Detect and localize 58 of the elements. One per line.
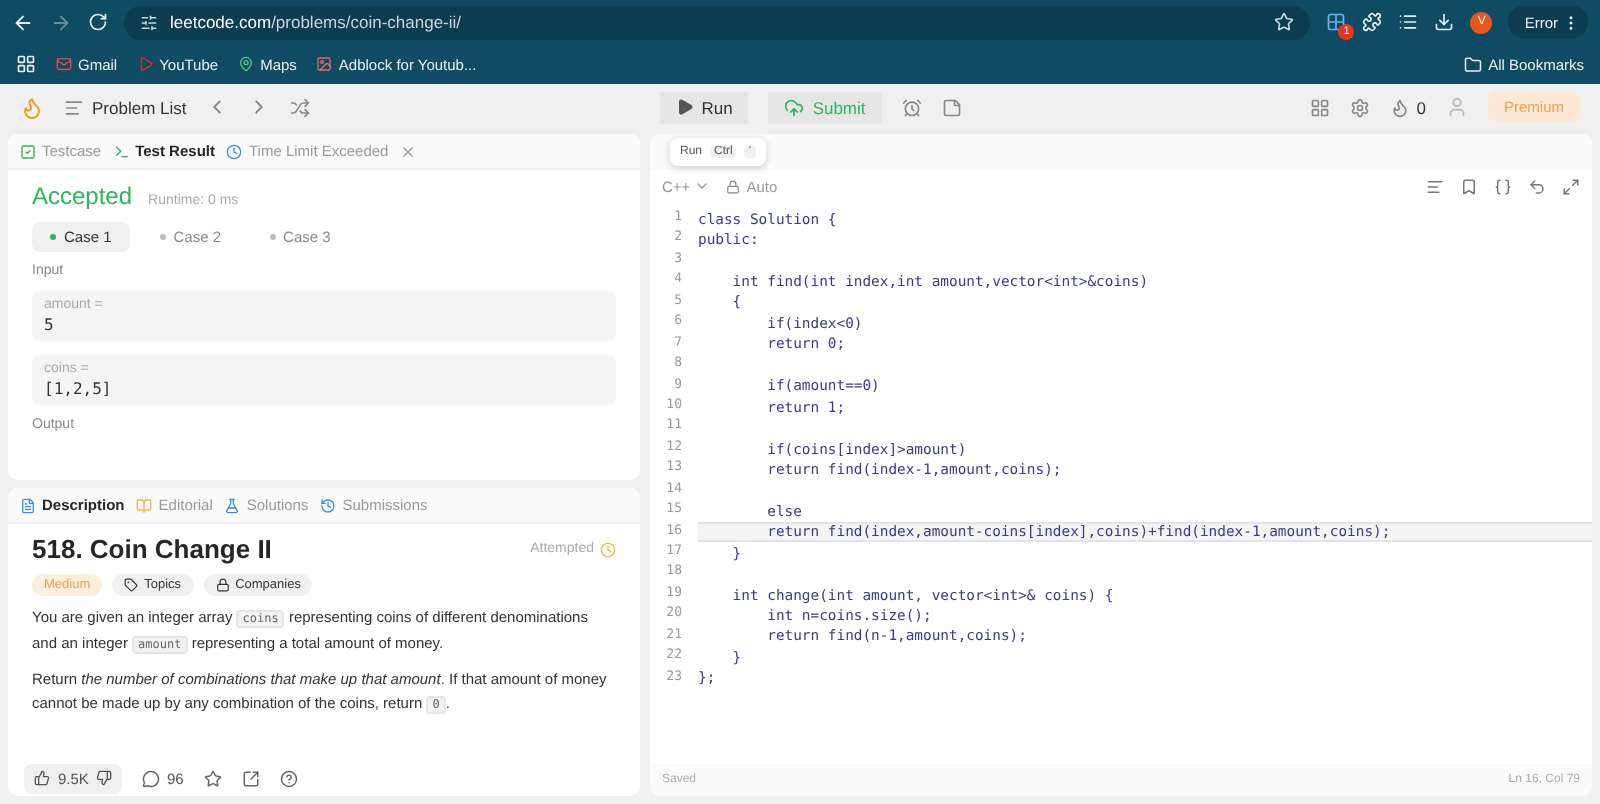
result-status: Accepted: [32, 182, 133, 210]
shuffle-icon[interactable]: [290, 97, 311, 117]
address-bar[interactable]: leetcode.com/problems/coin-change-ii/: [124, 5, 1311, 39]
mail-icon: [56, 56, 72, 72]
checkbox-icon: [20, 143, 36, 159]
list-icon: [64, 97, 84, 117]
undo-icon[interactable]: [1528, 177, 1546, 195]
thumbs-down-icon: [96, 770, 113, 786]
tag-icon: [124, 578, 139, 592]
run-button[interactable]: Run: [659, 91, 749, 123]
terminal-icon: [113, 143, 130, 159]
upload-icon: [784, 97, 805, 117]
chevron-down-icon: [694, 178, 711, 194]
format-icon[interactable]: [1426, 177, 1444, 195]
puzzle-icon[interactable]: [1362, 12, 1383, 32]
book-icon: [136, 497, 153, 513]
back-icon[interactable]: [12, 11, 34, 33]
image-icon: [316, 56, 333, 72]
dot-icon: [159, 234, 166, 240]
settings-icon[interactable]: [1350, 97, 1371, 117]
play-icon: [675, 98, 694, 116]
apps-icon[interactable]: [16, 54, 36, 74]
problem-list-link[interactable]: Problem List: [92, 97, 187, 117]
note-icon[interactable]: [941, 97, 962, 117]
clock-icon: [226, 143, 243, 159]
reload-icon[interactable]: [88, 12, 108, 32]
alarm-icon[interactable]: [901, 97, 922, 117]
history-icon: [320, 497, 337, 513]
close-icon[interactable]: [400, 143, 417, 159]
pin-icon: [238, 56, 255, 72]
flask-icon: [224, 497, 241, 513]
braces-icon[interactable]: [1494, 177, 1512, 195]
bookmark-star-icon[interactable]: [1274, 12, 1295, 32]
expand-icon[interactable]: [1562, 177, 1580, 195]
comment-icon[interactable]: [142, 769, 161, 787]
lock-icon: [726, 179, 741, 193]
dot-icon: [269, 234, 276, 240]
problem-title: 518. Coin Change II: [32, 534, 272, 564]
variable-value: [1,2,5]: [44, 380, 114, 398]
status-icon: [600, 541, 616, 557]
site-info-icon: [140, 13, 158, 31]
download-icon[interactable]: [1434, 12, 1455, 32]
flame-icon: [1390, 97, 1411, 117]
dot-icon: [50, 234, 56, 240]
folder-icon: [1464, 55, 1483, 73]
forward-icon[interactable]: [50, 11, 72, 33]
streak-count: 0: [1416, 97, 1426, 117]
variable-value: 5: [44, 316, 56, 334]
thumbs-up-icon: [34, 770, 50, 786]
star-icon[interactable]: [203, 769, 222, 787]
share-icon[interactable]: [241, 769, 260, 787]
lock-icon: [215, 578, 230, 592]
grid-icon[interactable]: [1310, 97, 1331, 117]
document-icon: [20, 497, 36, 513]
play-icon: [137, 56, 154, 72]
extension-icon[interactable]: [1326, 12, 1347, 32]
bookmark-icon[interactable]: [1460, 177, 1478, 195]
help-icon[interactable]: [279, 769, 298, 787]
